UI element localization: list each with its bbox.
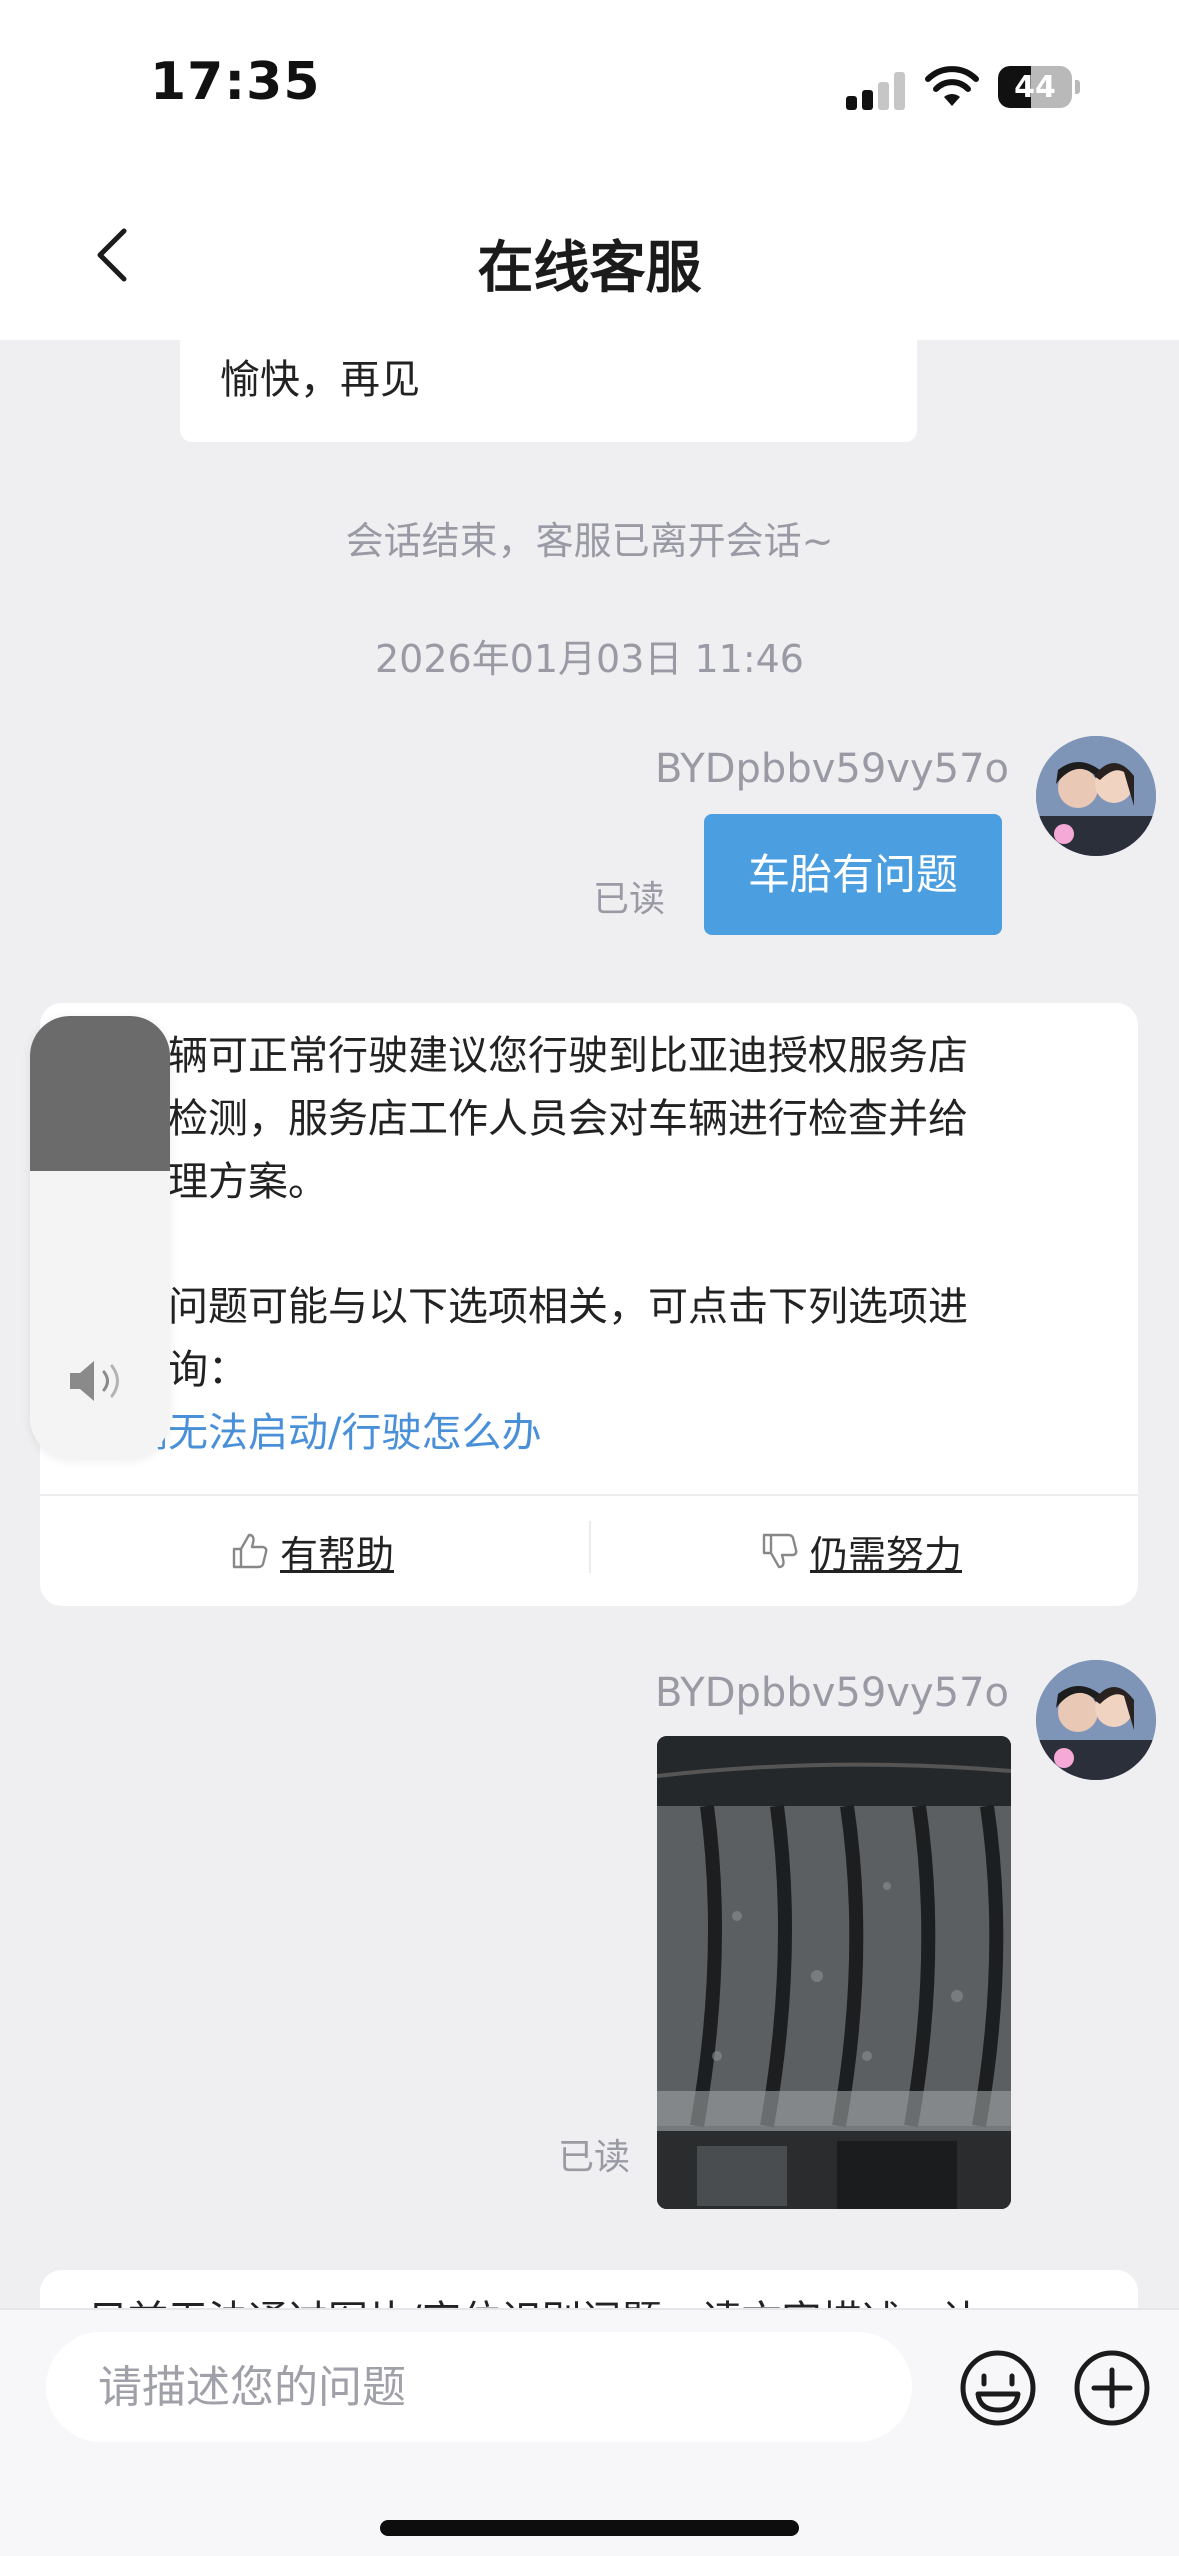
agent-reply-card-2: 目前无法通过图片/定位识别问题，请文字描述，让 xyxy=(40,2270,1138,2308)
thumbs-down-icon xyxy=(762,1533,798,1569)
agent-message: 愉快，再见 xyxy=(180,340,917,442)
page-title: 在线客服 xyxy=(477,236,702,301)
suggestion-link[interactable]: 车辆无法启动/行驶怎么办 xyxy=(88,1402,1098,1465)
agent-reply-card: 若车辆可正常行驶建议您行驶到比亚迪授权服务店 进行检测，服务店工作人员会对车辆进… xyxy=(40,1003,1138,1606)
reply-line: 进行检测，服务店工作人员会对车辆进行检查并给 xyxy=(88,1096,968,1142)
user-message: 车胎有问题 xyxy=(704,814,1002,935)
thumbs-up-icon xyxy=(232,1533,268,1569)
nav-bar: 在线客服 xyxy=(0,175,1179,340)
signal-icon xyxy=(846,70,908,110)
helpful-label: 有帮助 xyxy=(280,1532,395,1577)
battery-icon: 44 xyxy=(998,66,1080,108)
divider xyxy=(589,1521,591,1573)
input-bar xyxy=(0,2308,1179,2556)
not-helpful-label: 仍需努力 xyxy=(810,1532,963,1577)
system-notice: 会话结束，客服已离开会话~ xyxy=(345,519,834,563)
helpful-button[interactable]: 有帮助 xyxy=(230,1521,394,1581)
agent-message-text: 愉快，再见 xyxy=(220,357,420,403)
chat-area[interactable]: 愉快，再见 会话结束，客服已离开会话~ 2026年01月03日 11:46 BY… xyxy=(0,340,1179,2308)
reply-line: 予处理方案。 xyxy=(88,1159,328,1205)
avatar[interactable] xyxy=(1036,1660,1156,1780)
user-name: BYDpbbv59vy57o xyxy=(655,1670,1009,1716)
status-bar: 17:35 44 xyxy=(0,0,1179,175)
timestamp: 2026年01月03日 11:46 xyxy=(374,637,804,681)
agent-reply-text-2: 目前无法通过图片/定位识别问题，请文字描述，让 xyxy=(88,2288,981,2308)
wifi-icon xyxy=(925,66,979,106)
battery-level: 44 xyxy=(1014,70,1056,105)
home-indicator[interactable] xyxy=(380,2520,799,2536)
reply-line: 您的问题可能与以下选项相关，可点击下列选项进 xyxy=(88,1284,968,1330)
tire-photo[interactable] xyxy=(657,1736,1011,2209)
read-status: 已读 xyxy=(593,879,666,920)
avatar[interactable] xyxy=(1036,736,1156,856)
user-name: BYDpbbv59vy57o xyxy=(655,746,1009,792)
reply-line: 若车辆可正常行驶建议您行驶到比亚迪授权服务店 xyxy=(88,1033,968,1079)
emoji-icon[interactable] xyxy=(958,2348,1038,2428)
read-status: 已读 xyxy=(558,2137,631,2178)
volume-track xyxy=(30,1016,170,1171)
not-helpful-button[interactable]: 仍需努力 xyxy=(760,1521,962,1581)
message-input[interactable] xyxy=(46,2332,912,2442)
status-time: 17:35 xyxy=(150,52,321,112)
plus-icon[interactable] xyxy=(1072,2348,1152,2428)
reply-line: 行咨询： xyxy=(88,1339,1098,1402)
divider xyxy=(40,1494,1138,1496)
speaker-icon xyxy=(70,1361,119,1401)
agent-reply-text: 若车辆可正常行驶建议您行驶到比亚迪授权服务店 进行检测，服务店工作人员会对车辆进… xyxy=(88,1025,1098,1465)
volume-slider[interactable] xyxy=(30,1016,170,1458)
